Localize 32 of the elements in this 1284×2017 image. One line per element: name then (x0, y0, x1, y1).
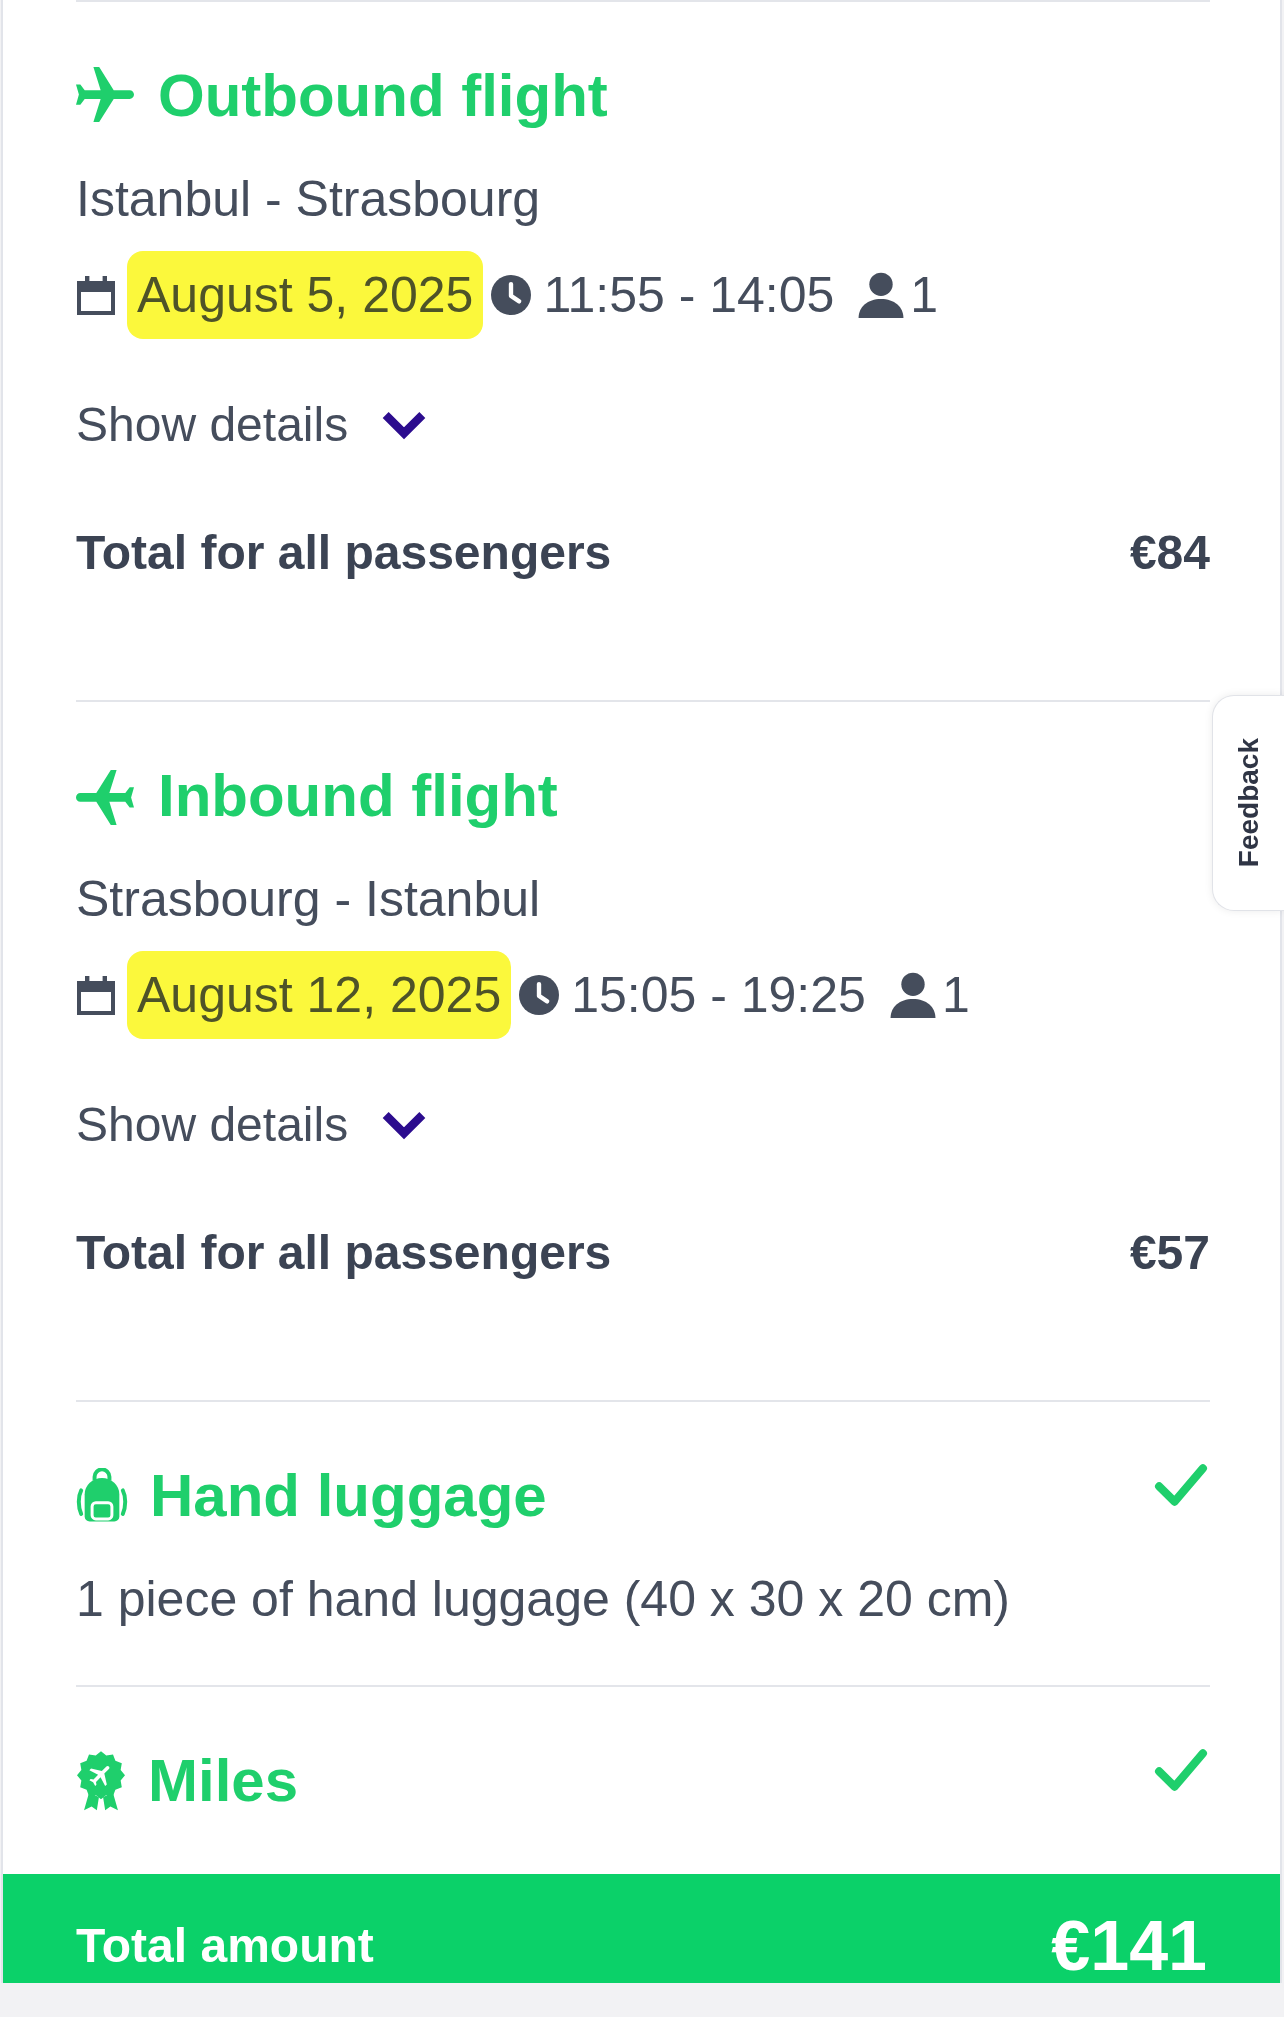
award-badge-icon (76, 1751, 126, 1811)
route-text: Strasbourg - Istanbul (76, 871, 542, 927)
clock-icon (491, 275, 532, 315)
flight-heading: Inbound flight (158, 764, 558, 828)
route-text: Istanbul - Strasbourg (76, 171, 542, 227)
airplane-icon (76, 767, 134, 825)
backpack-icon (76, 1468, 128, 1524)
person-icon (858, 272, 905, 318)
extra-heading: Hand luggage (150, 1464, 547, 1528)
total-price: €57 (1129, 1225, 1210, 1281)
passenger-count: 1 (910, 266, 939, 325)
total-amount-price: €141 (1051, 1909, 1207, 1982)
date-text: August 12, 2025 (127, 951, 512, 1039)
total-amount-label: Total amount (76, 1917, 374, 1974)
airplane-icon (76, 67, 134, 125)
flight-heading: Outbound flight (158, 64, 608, 128)
feedback-tab[interactable]: Feedback (1212, 695, 1284, 911)
extra-description: 1 piece of hand luggage (40 x 30 x 20 cm) (76, 1571, 1011, 1627)
show-details-button[interactable]: Show details (76, 397, 427, 453)
calendar-icon (76, 974, 116, 1016)
calendar-icon (76, 274, 116, 316)
total-label: Total for all passengers (76, 1225, 612, 1281)
person-icon (889, 972, 936, 1018)
date-text: August 5, 2025 (127, 251, 484, 339)
clock-icon (519, 975, 560, 1015)
time-text: 15:05 - 19:25 (571, 966, 866, 1025)
extra-heading: Miles (148, 1749, 299, 1813)
show-details-button[interactable]: Show details (76, 1097, 427, 1153)
passenger-count: 1 (941, 966, 970, 1025)
time-text: 11:55 - 14:05 (543, 266, 835, 325)
total-label: Total for all passengers (76, 525, 612, 581)
total-price: €84 (1129, 525, 1210, 581)
